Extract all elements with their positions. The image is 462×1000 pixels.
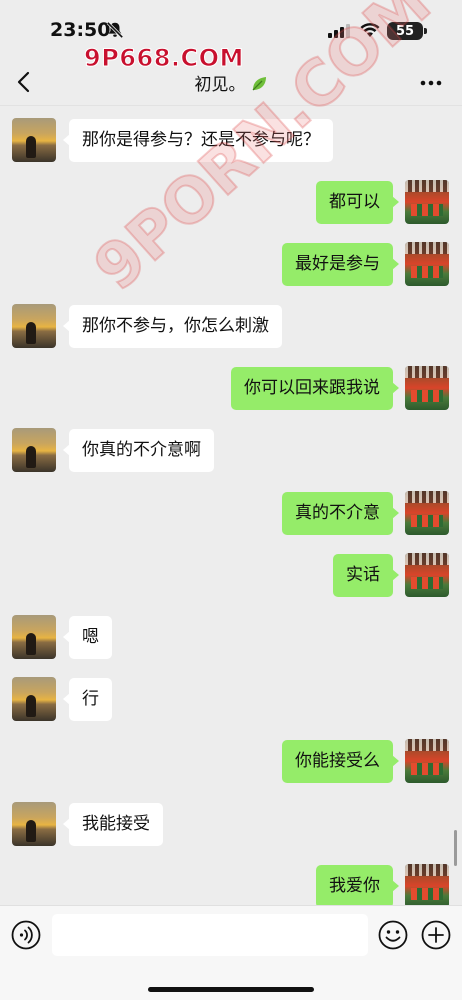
message-row: 你真的不介意啊: [0, 428, 462, 474]
message-row: 都可以: [0, 180, 462, 226]
input-bar: [0, 905, 462, 1000]
message-bubble[interactable]: 最好是参与: [282, 243, 399, 286]
message-bubble[interactable]: 你能接受么: [282, 740, 399, 783]
message-bubble[interactable]: 你可以回来跟我说: [231, 367, 399, 410]
message-input[interactable]: [52, 914, 368, 956]
message-row: 那你是得参与？还是不参与呢？: [0, 118, 462, 164]
battery-indicator: 55: [387, 22, 427, 40]
message-bubble[interactable]: 真的不介意: [282, 492, 399, 535]
message-bubble[interactable]: 那你是得参与？还是不参与呢？: [63, 119, 333, 162]
contact-avatar[interactable]: [12, 677, 56, 721]
message-row: 行: [0, 677, 462, 723]
message-bubble[interactable]: 嗯: [63, 616, 112, 659]
chat-header: 初见。: [0, 56, 462, 106]
emoji-icon[interactable]: [378, 920, 408, 950]
contact-avatar[interactable]: [12, 118, 56, 162]
chat-title-text: 初见。: [194, 75, 246, 95]
self-avatar[interactable]: [405, 180, 449, 224]
message-row: 你能接受么: [0, 739, 462, 785]
contact-avatar[interactable]: [12, 615, 56, 659]
message-bubble[interactable]: 行: [63, 678, 112, 721]
message-row: 实话: [0, 553, 462, 599]
message-row: 真的不介意: [0, 491, 462, 537]
message-row: 那你不参与，你怎么刺激: [0, 304, 462, 350]
message-row: 你可以回来跟我说: [0, 366, 462, 412]
message-bubble[interactable]: 都可以: [316, 181, 399, 224]
message-bubble[interactable]: 我能接受: [63, 803, 163, 846]
message-bubble[interactable]: 那你不参与，你怎么刺激: [63, 305, 282, 348]
message-list[interactable]: 那你是得参与？还是不参与呢？ 都可以 最好是参与 那你不参与，你怎么刺激 你可以…: [0, 106, 462, 906]
leaf-emoji-icon: [252, 77, 266, 91]
chat-title: 初见。: [0, 70, 462, 95]
self-avatar[interactable]: [405, 553, 449, 597]
status-time: 23:50: [50, 19, 111, 41]
bell-muted-icon: [106, 21, 124, 39]
message-bubble[interactable]: 你真的不介意啊: [63, 429, 214, 472]
cellular-signal-icon: [328, 24, 350, 38]
contact-avatar[interactable]: [12, 802, 56, 846]
self-avatar[interactable]: [405, 366, 449, 410]
message-row: 我爱你: [0, 864, 462, 906]
scroll-indicator[interactable]: [454, 830, 457, 866]
home-indicator: [148, 987, 314, 992]
voice-icon[interactable]: [11, 920, 41, 950]
self-avatar[interactable]: [405, 491, 449, 535]
self-avatar[interactable]: [405, 242, 449, 286]
message-bubble[interactable]: 我爱你: [316, 865, 399, 906]
message-row: 嗯: [0, 615, 462, 661]
battery-level: 55: [395, 23, 415, 39]
message-bubble[interactable]: 实话: [333, 554, 399, 597]
self-avatar[interactable]: [405, 739, 449, 783]
ellipsis-icon[interactable]: [420, 80, 442, 86]
contact-avatar[interactable]: [12, 428, 56, 472]
message-row: 我能接受: [0, 802, 462, 848]
self-avatar[interactable]: [405, 864, 449, 906]
plus-icon[interactable]: [421, 920, 451, 950]
contact-avatar[interactable]: [12, 304, 56, 348]
message-row: 最好是参与: [0, 242, 462, 288]
wifi-icon: [360, 23, 380, 37]
